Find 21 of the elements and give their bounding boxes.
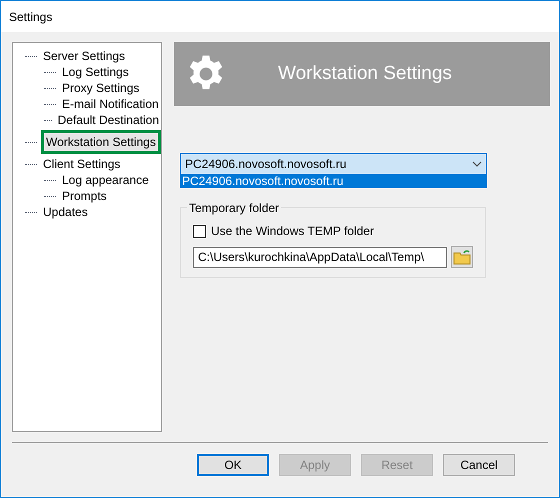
tree-item[interactable]: Updates [41,203,90,221]
chevron-down-icon [472,161,482,167]
path-field[interactable]: C:\Users\kurochkina\AppData\Local\Temp\ [193,246,447,268]
window-title: Settings [9,8,52,26]
tree-item[interactable]: Log appearance [60,171,151,189]
dialog-button[interactable]: OK [197,454,269,476]
dialog-button[interactable]: Cancel [443,454,515,476]
tree-item[interactable]: Server Settings [41,47,128,65]
tree-item[interactable]: Proxy Settings [60,79,142,97]
header-title: Workstation Settings [278,62,452,86]
dropdown-option[interactable]: PC24906.novosoft.novosoft.ru [180,175,487,188]
tree-item[interactable]: Log Settings [60,63,131,81]
folder-icon [453,249,471,265]
tree-item[interactable]: E-mail Notification [60,95,161,113]
checkbox[interactable] [193,224,206,238]
tree-item[interactable]: Default Destination [56,111,161,129]
tree-item[interactable]: Workstation Settings [41,130,161,154]
workstation-dropdown[interactable]: PC24906.novosoft.novosoft.ru [180,153,487,175]
tree-item[interactable]: Prompts [60,187,109,205]
tree-item[interactable]: Client Settings [41,155,122,173]
checkbox-label: Use the Windows TEMP folder [211,223,374,240]
